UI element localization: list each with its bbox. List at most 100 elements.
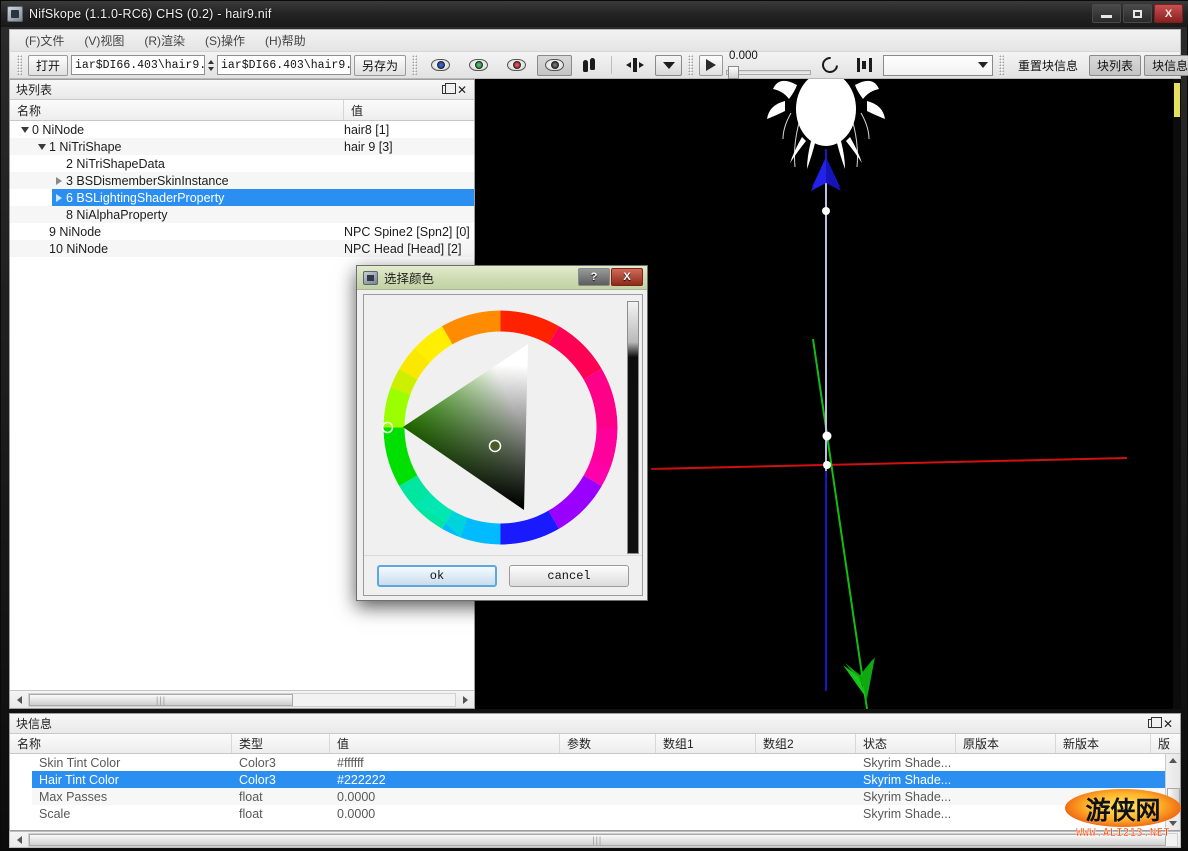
column-header-array2[interactable]: 数组2 — [756, 734, 856, 753]
color-wheel[interactable] — [374, 301, 627, 554]
menu-help[interactable]: (H)帮助 — [256, 30, 315, 51]
close-icon[interactable]: ✕ — [454, 82, 470, 98]
scroll-down-icon[interactable] — [1167, 817, 1180, 830]
block-details-vertical-scrollbar[interactable] — [1165, 754, 1180, 830]
eye-green-icon[interactable] — [461, 55, 496, 76]
table-row[interactable]: Scale float 0.0000 Skyrim Shade... — [10, 805, 1180, 822]
toolbar-grip-4[interactable] — [999, 55, 1004, 75]
eye-gray-icon[interactable] — [537, 55, 572, 76]
tree-row-label: 6 BSLightingShaderProperty — [66, 191, 224, 205]
column-header-condition[interactable]: 状态 — [856, 734, 956, 753]
table-row-selected[interactable]: Hair Tint Color Color3 #222222 Skyrim Sh… — [10, 771, 1180, 788]
column-header-ver[interactable]: 版 — [1151, 734, 1180, 753]
tree-row-selected[interactable]: 6 BSLightingShaderProperty — [10, 189, 474, 206]
toolbar-grip[interactable] — [17, 55, 22, 75]
save-as-button[interactable]: 另存为 — [354, 55, 406, 76]
cell-name: Hair Tint Color — [32, 773, 232, 787]
cell-type: Color3 — [232, 756, 330, 770]
float-icon[interactable] — [438, 82, 454, 98]
tree-row-label: 8 NiAlphaProperty — [66, 208, 167, 222]
scroll-thumb[interactable]: ||| — [29, 834, 1166, 846]
minimize-button[interactable] — [1092, 4, 1121, 23]
column-header-value[interactable]: 值 — [330, 734, 560, 753]
toolbar-grip-2[interactable] — [412, 55, 417, 75]
block-list-horizontal-scrollbar[interactable]: ||| — [10, 690, 474, 708]
range-icon[interactable] — [849, 55, 880, 76]
dialog-close-button[interactable]: X — [611, 268, 643, 286]
column-header-ver-until[interactable]: 新版本 — [1056, 734, 1151, 753]
viewport-scroll-thumb[interactable] — [1174, 83, 1180, 117]
bottom-horizontal-scrollbar[interactable]: ||| — [9, 831, 1181, 848]
close-button[interactable]: X — [1154, 4, 1183, 23]
help-button[interactable]: ? — [578, 268, 610, 286]
animation-time-slider[interactable] — [726, 62, 811, 80]
viewport-vertical-scrollbar[interactable] — [1173, 79, 1181, 709]
twisty-open-icon[interactable] — [35, 144, 49, 150]
scroll-thumb[interactable]: ||| — [29, 694, 293, 706]
tree-row[interactable]: 3 BSDismemberSkinInstance — [10, 172, 474, 189]
float-icon[interactable] — [1144, 716, 1160, 732]
value-strip[interactable] — [627, 301, 639, 554]
tree-row[interactable]: 8 NiAlphaProperty — [10, 206, 474, 223]
twisty-closed-icon[interactable] — [52, 194, 66, 202]
column-header-ver-since[interactable]: 原版本 — [956, 734, 1056, 753]
scroll-left-icon[interactable] — [12, 693, 26, 707]
open-button[interactable]: 打开 — [28, 55, 68, 76]
loop-icon[interactable] — [814, 55, 846, 76]
eye-red-icon[interactable] — [499, 55, 534, 76]
tree-row-label: 2 NiTriShapeData — [66, 157, 165, 171]
twisty-closed-icon[interactable] — [52, 177, 66, 185]
tree-row[interactable]: 9 NiNode NPC Spine2 [Spn2] [0] — [10, 223, 474, 240]
toolbar-grip-3[interactable] — [688, 55, 693, 75]
block-info-toggle[interactable]: 块信息 — [1144, 55, 1188, 76]
scroll-up-icon[interactable] — [1167, 754, 1180, 767]
column-header-array1[interactable]: 数组1 — [656, 734, 756, 753]
select-color-dialog: 选择颜色 ? X — [356, 265, 648, 601]
file-path-field-1[interactable]: iar$DI66.403\hair9.nif — [71, 55, 205, 75]
cell-condition: Skyrim Shade... — [856, 773, 956, 787]
menu-render[interactable]: (R)渲染 — [135, 30, 194, 51]
maximize-button[interactable] — [1123, 4, 1152, 23]
path-stepper[interactable] — [208, 60, 214, 71]
block-details-table[interactable]: Skin Tint Color Color3 #ffffff Skyrim Sh… — [10, 754, 1180, 830]
file-path-field-2[interactable]: iar$DI66.403\hair9.nif — [217, 55, 351, 75]
scroll-thumb[interactable] — [1167, 788, 1180, 808]
chevron-down-icon[interactable] — [655, 55, 682, 76]
menu-action[interactable]: (S)操作 — [196, 30, 254, 51]
cancel-button[interactable]: cancel — [509, 565, 629, 587]
menu-view[interactable]: (V)视图 — [75, 30, 133, 51]
window-controls: X — [1092, 4, 1183, 23]
tree-row[interactable]: 0 NiNode hair8 [1] — [10, 121, 474, 138]
cell-value[interactable]: #ffffff — [330, 756, 560, 770]
column-header-name[interactable]: 名称 — [10, 734, 232, 753]
scroll-trough[interactable]: ||| — [28, 833, 1178, 847]
column-header-value[interactable]: 值 — [344, 100, 474, 120]
reset-block-info-button[interactable]: 重置块信息 — [1010, 57, 1086, 74]
table-row[interactable]: Max Passes float 0.0000 Skyrim Shade... — [10, 788, 1180, 805]
block-list-header: 名称 值 — [10, 100, 474, 121]
scroll-right-icon[interactable] — [458, 693, 472, 707]
scroll-trough[interactable]: ||| — [28, 693, 456, 707]
node-axes-icon[interactable] — [618, 55, 652, 76]
tree-row[interactable]: 2 NiTriShapeData — [10, 155, 474, 172]
animation-combo[interactable] — [883, 55, 993, 76]
scroll-left-icon[interactable] — [12, 833, 26, 847]
cell-value[interactable]: 0.0000 — [330, 790, 560, 804]
table-row[interactable]: Skin Tint Color Color3 #ffffff Skyrim Sh… — [10, 754, 1180, 771]
cell-value[interactable]: 0.0000 — [330, 807, 560, 821]
tree-row[interactable]: 1 NiTriShape hair 9 [3] — [10, 138, 474, 155]
column-header-name[interactable]: 名称 — [10, 100, 344, 120]
tree-row[interactable]: 10 NiNode NPC Head [Head] [2] — [10, 240, 474, 257]
column-header-type[interactable]: 类型 — [232, 734, 330, 753]
block-list-toggle[interactable]: 块列表 — [1089, 55, 1141, 76]
cell-value[interactable]: #222222 — [330, 773, 560, 787]
play-button[interactable] — [699, 55, 723, 76]
footsteps-icon[interactable] — [575, 55, 605, 76]
twisty-open-icon[interactable] — [18, 127, 32, 133]
animation-time-control[interactable]: 0.000 — [726, 51, 811, 80]
menu-file[interactable]: (F)文件 — [16, 30, 73, 51]
eye-blue-icon[interactable] — [423, 55, 458, 76]
column-header-argument[interactable]: 参数 — [560, 734, 656, 753]
close-icon[interactable]: ✕ — [1160, 716, 1176, 732]
ok-button[interactable]: ok — [377, 565, 497, 587]
